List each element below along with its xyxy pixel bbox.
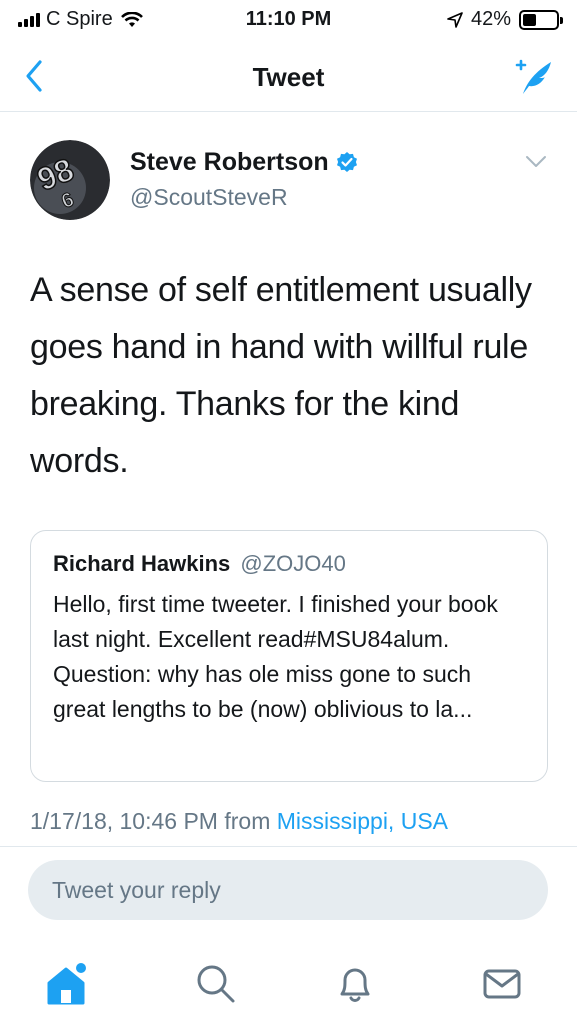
messages-icon — [483, 969, 521, 999]
reply-input[interactable]: Tweet your reply — [28, 860, 548, 920]
author-handle[interactable]: @ScoutSteveR — [130, 184, 288, 211]
divider — [0, 846, 577, 847]
status-right: 42% — [447, 8, 563, 31]
verified-badge-icon — [336, 151, 357, 172]
status-bar: C Spire 11:10 PM 42% — [0, 0, 577, 40]
quoted-tweet-text: Hello, first time tweeter. I finished yo… — [53, 591, 498, 722]
location-icon — [447, 11, 463, 28]
tweet-location[interactable]: Mississippi, USA — [277, 808, 448, 834]
notifications-icon — [340, 968, 370, 1002]
author-name-row: Steve Robertson — [130, 148, 359, 177]
nav-bar: Tweet — [0, 44, 577, 112]
quoted-tweet-header: Richard Hawkins @ZOJO40 — [53, 551, 525, 577]
tweet-text: A sense of self entitlement usually goes… — [30, 271, 532, 480]
avatar[interactable]: 98 6 — [30, 140, 110, 220]
tab-bar — [0, 944, 577, 1024]
search-icon — [197, 965, 235, 1003]
tweet-meta: 1/17/18, 10:46 PM from Mississippi, USA — [30, 808, 448, 835]
tab-home[interactable] — [36, 954, 96, 1014]
page-title: Tweet — [252, 62, 325, 92]
author-name[interactable]: Steve Robertson — [130, 148, 329, 177]
chevron-down-icon[interactable] — [524, 154, 548, 170]
quoted-tweet[interactable]: Richard Hawkins @ZOJO40 Hello, first tim… — [30, 530, 548, 782]
reply-placeholder: Tweet your reply — [52, 876, 221, 903]
tweet-timestamp: 1/17/18, 10:46 PM from — [30, 808, 271, 834]
battery-fill — [523, 13, 537, 26]
quoted-author-handle: @ZOJO40 — [240, 551, 346, 576]
compose-tweet-icon[interactable] — [511, 56, 555, 98]
author-row: 98 6 Steve Robertson @ScoutSteveR — [30, 140, 550, 220]
battery-icon — [519, 9, 563, 30]
home-icon — [47, 963, 86, 1005]
tweet: 98 6 Steve Robertson @ScoutSteveR A sens… — [30, 140, 550, 834]
tab-notifications[interactable] — [325, 954, 385, 1014]
tab-search[interactable] — [186, 954, 246, 1014]
battery-percent: 42% — [470, 8, 511, 30]
tab-messages[interactable] — [472, 954, 532, 1014]
quoted-author-name: Richard Hawkins — [53, 551, 231, 576]
